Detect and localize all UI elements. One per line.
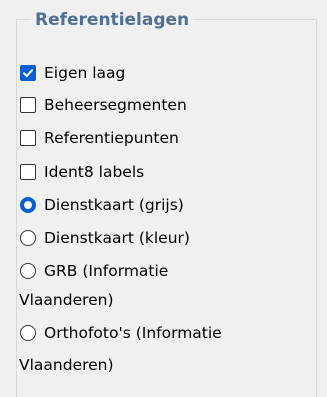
- option-label-continuation: Vlaanderen): [19, 291, 114, 309]
- option-label: Dienstkaart (grijs): [44, 196, 184, 214]
- option-label: GRB (Informatie: [44, 262, 169, 280]
- check-icon: [23, 69, 33, 77]
- option-beheersegmenten[interactable]: Beheersegmenten: [20, 96, 187, 114]
- radio-dot: [24, 201, 32, 209]
- option-orthofoto[interactable]: Orthofoto's (Informatie: [20, 324, 222, 342]
- option-grb[interactable]: GRB (Informatie: [20, 262, 168, 280]
- checkbox-checked[interactable]: [20, 65, 36, 81]
- option-ident8-labels[interactable]: Ident8 labels: [20, 163, 144, 181]
- checkbox[interactable]: [20, 164, 36, 180]
- option-label: Beheersegmenten: [44, 96, 187, 114]
- checkbox[interactable]: [20, 130, 36, 146]
- option-label: Dienstkaart (kleur): [44, 229, 190, 247]
- option-label: Eigen laag: [44, 64, 126, 82]
- option-referentiepunten[interactable]: Referentiepunten: [20, 129, 179, 147]
- radio[interactable]: [20, 325, 36, 341]
- reference-layers-panel: Referentielagen Eigen laag Beheersegment…: [0, 0, 327, 397]
- option-label: Ident8 labels: [44, 163, 145, 181]
- option-dienstkaart-grijs[interactable]: Dienstkaart (grijs): [20, 196, 184, 214]
- radio-selected[interactable]: [20, 197, 36, 213]
- radio[interactable]: [20, 263, 36, 279]
- option-dienstkaart-kleur[interactable]: Dienstkaart (kleur): [20, 229, 190, 247]
- checkbox[interactable]: [20, 97, 36, 113]
- option-label-continuation: Vlaanderen): [19, 356, 114, 374]
- option-eigen-laag[interactable]: Eigen laag: [20, 64, 125, 82]
- radio[interactable]: [20, 230, 36, 246]
- option-label: Orthofoto's (Informatie: [44, 324, 222, 342]
- option-label: Referentiepunten: [44, 129, 179, 147]
- group-legend: Referentielagen: [31, 9, 194, 31]
